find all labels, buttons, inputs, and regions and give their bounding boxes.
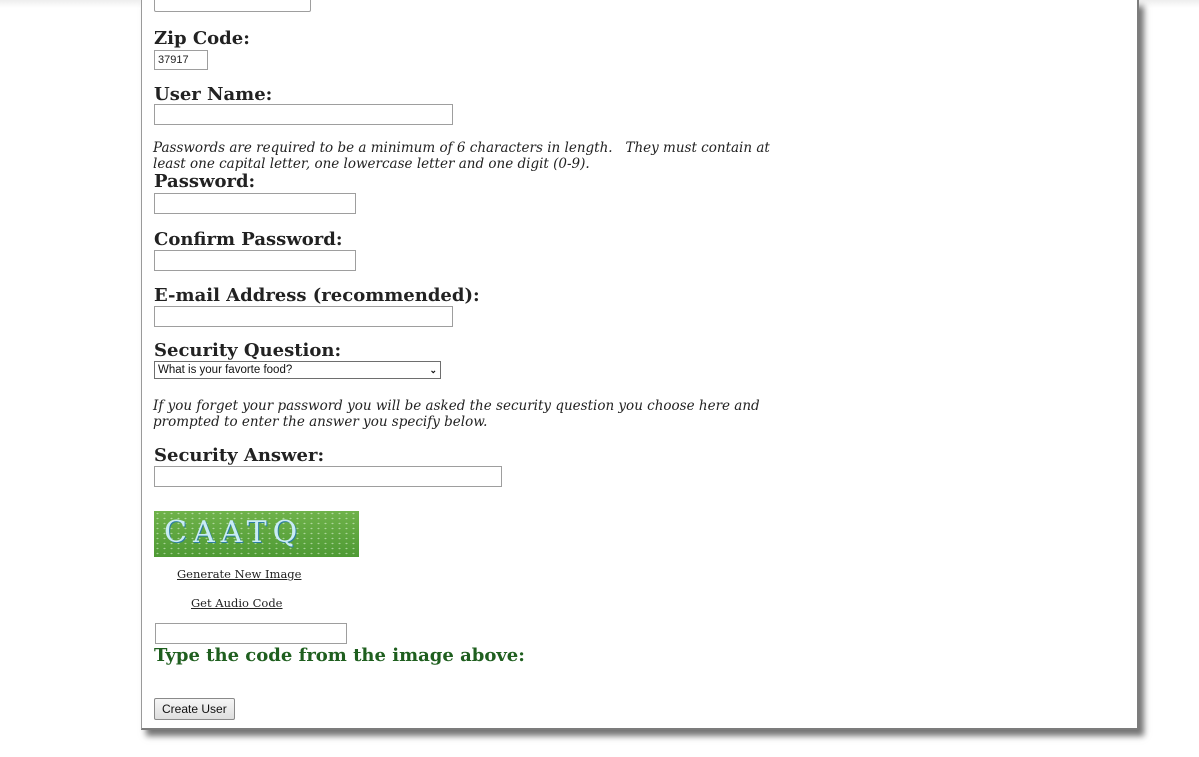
registration-panel: Zip Code: User Name: Passwords are requi…: [141, 0, 1139, 730]
previous-field-partial[interactable]: [154, 0, 311, 12]
username-input[interactable]: [154, 104, 453, 125]
security-answer-input[interactable]: [154, 466, 502, 487]
security-note-line1: If you forget your password you will be …: [153, 398, 760, 414]
security-question-note: If you forget your password you will be …: [153, 398, 760, 430]
security-question-selected: What is your favorte food?: [158, 364, 293, 376]
captcha-prompt: Type the code from the image above:: [154, 645, 525, 666]
password-note-line1: Passwords are required to be a minimum o…: [153, 140, 770, 156]
security-note-line2: prompted to enter the answer you specify…: [153, 414, 488, 430]
password-input[interactable]: [154, 193, 356, 214]
username-label: User Name:: [154, 84, 273, 105]
confirm-password-label: Confirm Password:: [154, 229, 343, 250]
zip-label: Zip Code:: [154, 28, 250, 49]
security-answer-label: Security Answer:: [154, 445, 325, 466]
chevron-down-icon: ⌄: [429, 364, 437, 375]
confirm-password-input[interactable]: [154, 250, 356, 271]
email-label: E-mail Address (recommended):: [154, 285, 480, 306]
captcha-text: CAATQ: [164, 515, 304, 550]
captcha-code-input[interactable]: [155, 623, 347, 644]
get-audio-code-link[interactable]: Get Audio Code: [191, 596, 283, 610]
password-note-line2: least one capital letter, one lowercase …: [153, 156, 590, 172]
security-question-select[interactable]: What is your favorte food? ⌄: [154, 361, 441, 379]
password-requirements-note: Passwords are required to be a minimum o…: [153, 140, 770, 172]
captcha-image: CAATQ: [154, 511, 359, 557]
create-user-button[interactable]: Create User: [154, 698, 235, 720]
zip-input[interactable]: [154, 50, 208, 70]
generate-new-image-link[interactable]: Generate New Image: [177, 567, 301, 581]
email-input[interactable]: [154, 306, 453, 327]
security-question-label: Security Question:: [154, 340, 342, 361]
password-label: Password:: [154, 171, 256, 192]
